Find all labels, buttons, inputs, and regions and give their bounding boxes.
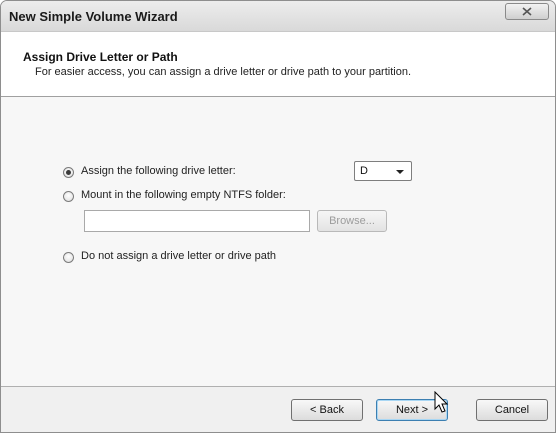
wizard-window: New Simple Volume Wizard Assign Drive Le… [0, 0, 556, 433]
drive-letter-value: D [360, 165, 368, 177]
browse-button[interactable]: Browse... [317, 210, 387, 232]
assign-letter-label[interactable]: Assign the following drive letter: [81, 165, 236, 177]
assign-letter-radio[interactable] [63, 167, 74, 178]
cancel-button[interactable]: Cancel [476, 399, 548, 421]
drive-letter-select[interactable]: D [354, 161, 412, 181]
mouse-pointer-icon [434, 391, 449, 413]
title-bar[interactable]: New Simple Volume Wizard [1, 1, 555, 32]
close-icon [522, 7, 532, 16]
close-button[interactable] [505, 3, 549, 20]
mount-folder-radio[interactable] [63, 191, 74, 202]
mount-folder-label[interactable]: Mount in the following empty NTFS folder… [81, 189, 286, 201]
page-title: Assign Drive Letter or Path [23, 50, 178, 64]
page-subtitle: For easier access, you can assign a driv… [35, 66, 412, 78]
no-assign-radio[interactable] [63, 252, 74, 263]
folder-path-input[interactable] [84, 210, 310, 232]
chevron-down-icon [396, 170, 404, 174]
no-assign-label[interactable]: Do not assign a drive letter or drive pa… [81, 250, 276, 262]
window-title: New Simple Volume Wizard [9, 9, 178, 24]
wizard-header: Assign Drive Letter or Path For easier a… [1, 32, 555, 97]
wizard-footer: < Back Next > Cancel [1, 386, 555, 432]
wizard-content: Assign the following drive letter: D Mou… [1, 97, 555, 386]
back-button[interactable]: < Back [291, 399, 363, 421]
